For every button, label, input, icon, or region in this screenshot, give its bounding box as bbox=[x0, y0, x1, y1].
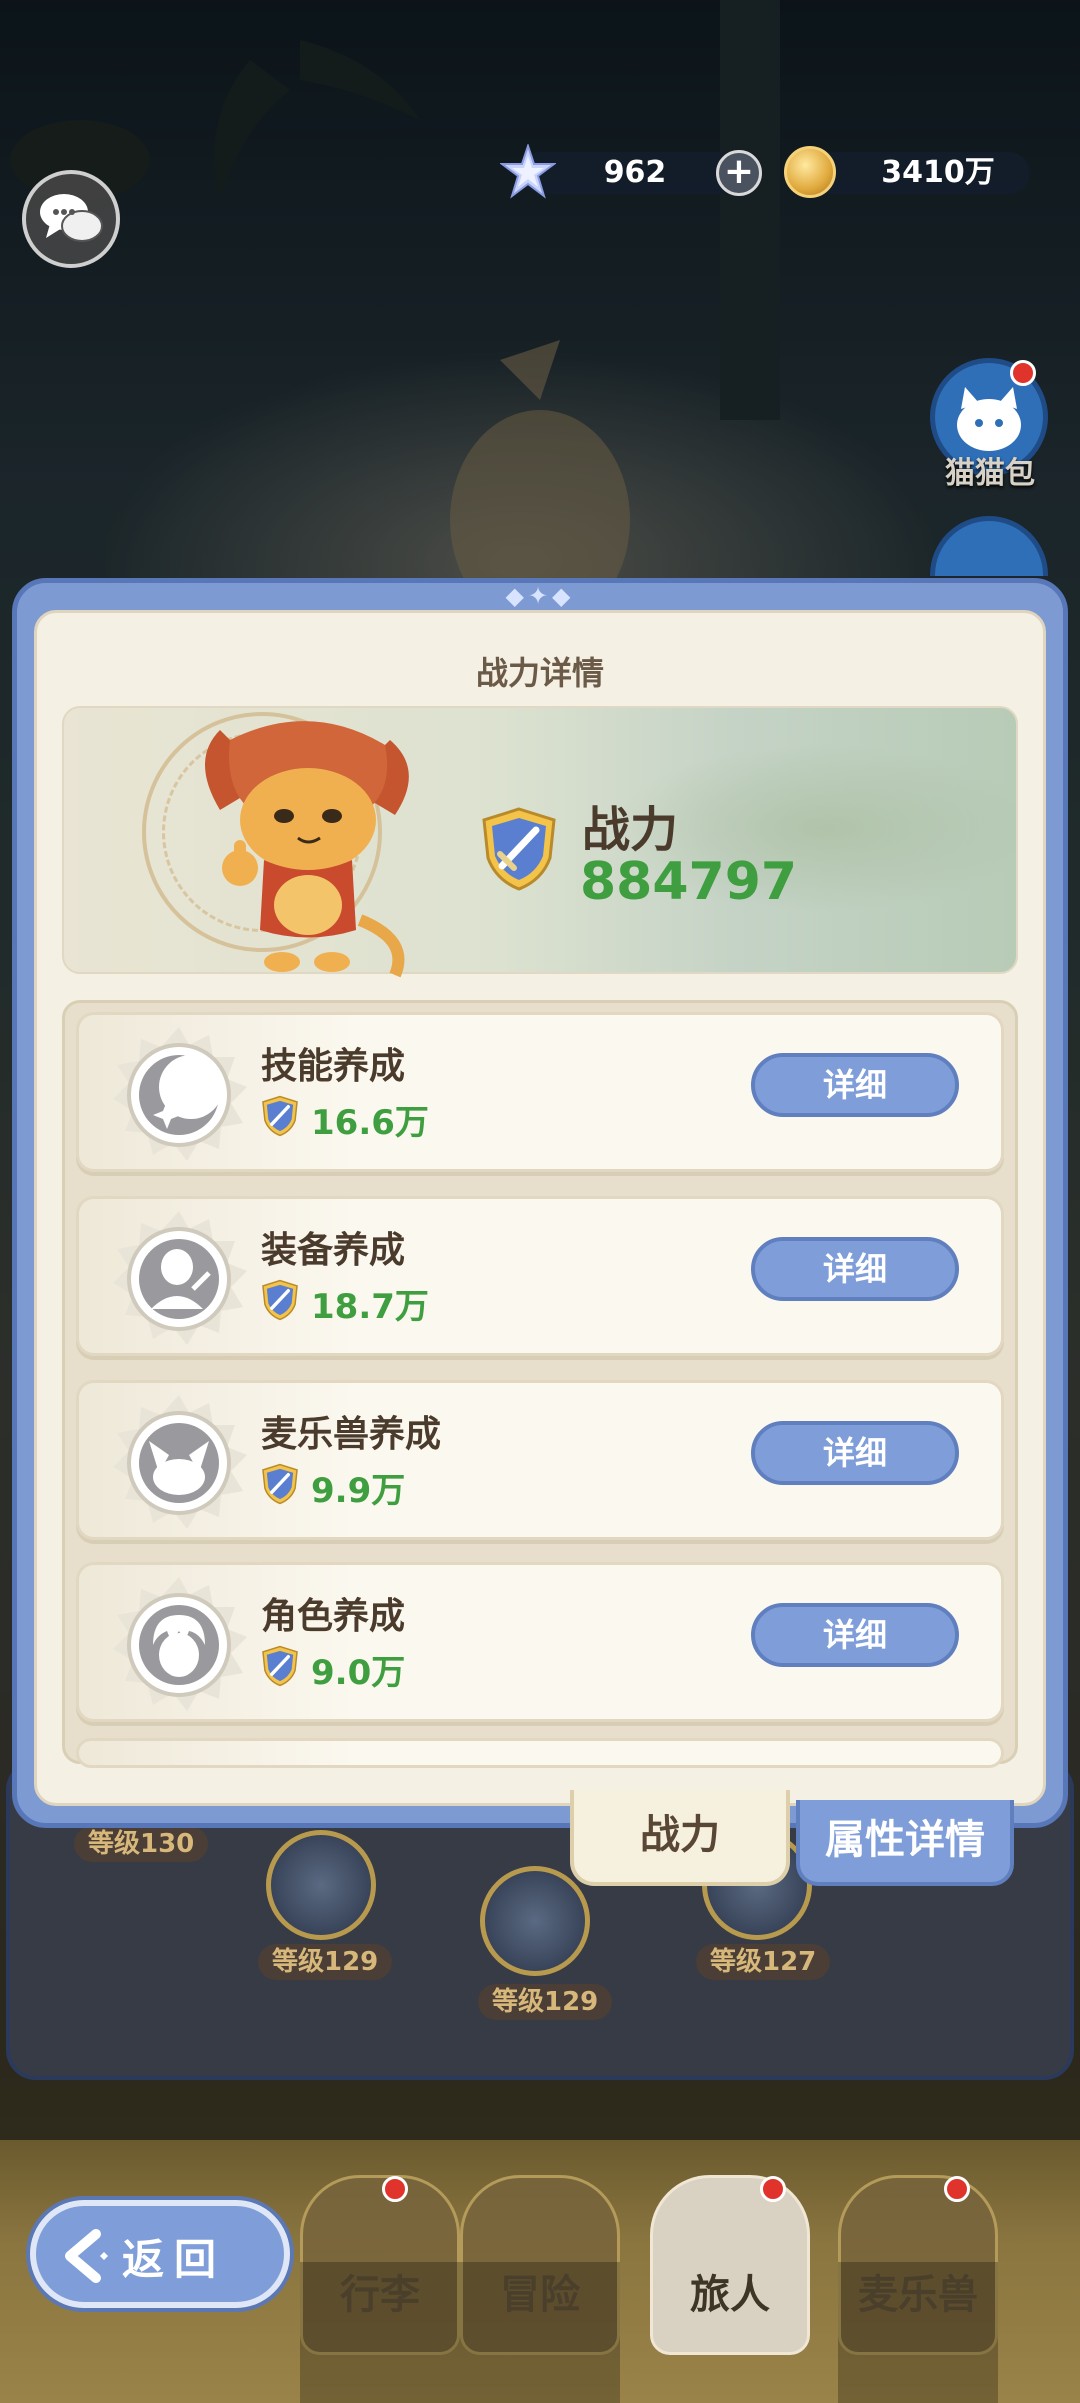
star-gem-icon bbox=[500, 144, 556, 199]
nav-label-traveler: 旅人 bbox=[690, 2272, 770, 2318]
power-label: 战力 bbox=[582, 802, 679, 858]
nav-label-adventure: 冒险 bbox=[460, 2262, 620, 2403]
hero-portrait[interactable] bbox=[480, 1866, 590, 1976]
level-badge: 等级127 bbox=[696, 1944, 831, 1980]
chat-bubbles-icon bbox=[40, 194, 103, 242]
category-name: 角色养成 bbox=[261, 1596, 406, 1637]
category-card-partial bbox=[76, 1738, 1004, 1768]
level-badge: 等级130 bbox=[74, 1826, 209, 1862]
luggage-notification-dot bbox=[382, 2176, 408, 2202]
gold-coin-icon bbox=[784, 146, 836, 198]
category-name: 装备养成 bbox=[261, 1230, 406, 1271]
power-shield-icon bbox=[262, 1279, 298, 1321]
detail-button-equipment[interactable]: 详细 bbox=[751, 1237, 959, 1301]
skill-moon-icon bbox=[113, 1027, 247, 1161]
tab-attribute-details[interactable]: 属性详情 bbox=[796, 1800, 1014, 1886]
category-card-equipment: 装备养成 18.7万 详细 bbox=[76, 1196, 1004, 1356]
cat-bag-notification-dot bbox=[1010, 360, 1036, 386]
back-button-label: 返回 bbox=[122, 2235, 227, 2284]
category-card-character: 角色养成 9.0万 详细 bbox=[76, 1562, 1004, 1722]
category-power-value: 16.6万 bbox=[311, 1103, 429, 1143]
equipment-icon bbox=[113, 1211, 247, 1345]
power-shield-icon bbox=[262, 1095, 298, 1137]
category-power-value: 9.9万 bbox=[311, 1471, 406, 1511]
detail-button-character[interactable]: 详细 bbox=[751, 1603, 959, 1667]
detail-button-skill[interactable]: 详细 bbox=[751, 1053, 959, 1117]
category-power-value: 9.0万 bbox=[311, 1653, 406, 1693]
nav-label-luggage: 行李 bbox=[300, 2262, 460, 2403]
power-shield-icon bbox=[262, 1645, 298, 1687]
hero-portrait[interactable] bbox=[266, 1830, 376, 1940]
chat-button[interactable] bbox=[22, 170, 120, 268]
level-badge: 等级129 bbox=[258, 1944, 393, 1980]
category-name: 技能养成 bbox=[261, 1046, 406, 1087]
tab-power[interactable]: 战力 bbox=[570, 1790, 790, 1886]
power-shield-icon bbox=[262, 1463, 298, 1505]
back-arrow-icon bbox=[65, 2229, 108, 2283]
add-gems-button[interactable]: + bbox=[716, 150, 762, 196]
traveler-notification-dot bbox=[760, 2176, 786, 2202]
gold-amount: 3410万 bbox=[881, 155, 995, 190]
power-value: 884797 bbox=[580, 852, 798, 912]
mascot-cat-character bbox=[205, 721, 409, 978]
cat-bag-label: 猫猫包 bbox=[945, 456, 1035, 491]
power-shield-icon bbox=[482, 807, 556, 891]
nav-label-pet: 麦乐兽 bbox=[838, 2262, 998, 2403]
character-icon bbox=[113, 1577, 247, 1711]
category-name: 麦乐兽养成 bbox=[261, 1414, 442, 1455]
gold-counter: 3410万 bbox=[808, 152, 1030, 194]
category-power-value: 18.7万 bbox=[311, 1287, 429, 1327]
pet-cat-icon bbox=[113, 1395, 247, 1529]
level-badge: 等级129 bbox=[478, 1984, 613, 2020]
gem-amount: 962 bbox=[603, 155, 667, 190]
category-card-pet: 麦乐兽养成 9.9万 详细 bbox=[76, 1380, 1004, 1540]
panel-top-ornament: ◆✦◆ bbox=[505, 582, 575, 610]
pet-notification-dot bbox=[944, 2176, 970, 2202]
detail-button-pet[interactable]: 详细 bbox=[751, 1421, 959, 1485]
category-card-skill: 技能养成 16.6万 详细 bbox=[76, 1012, 1004, 1172]
panel-title: 战力详情 bbox=[475, 654, 604, 692]
